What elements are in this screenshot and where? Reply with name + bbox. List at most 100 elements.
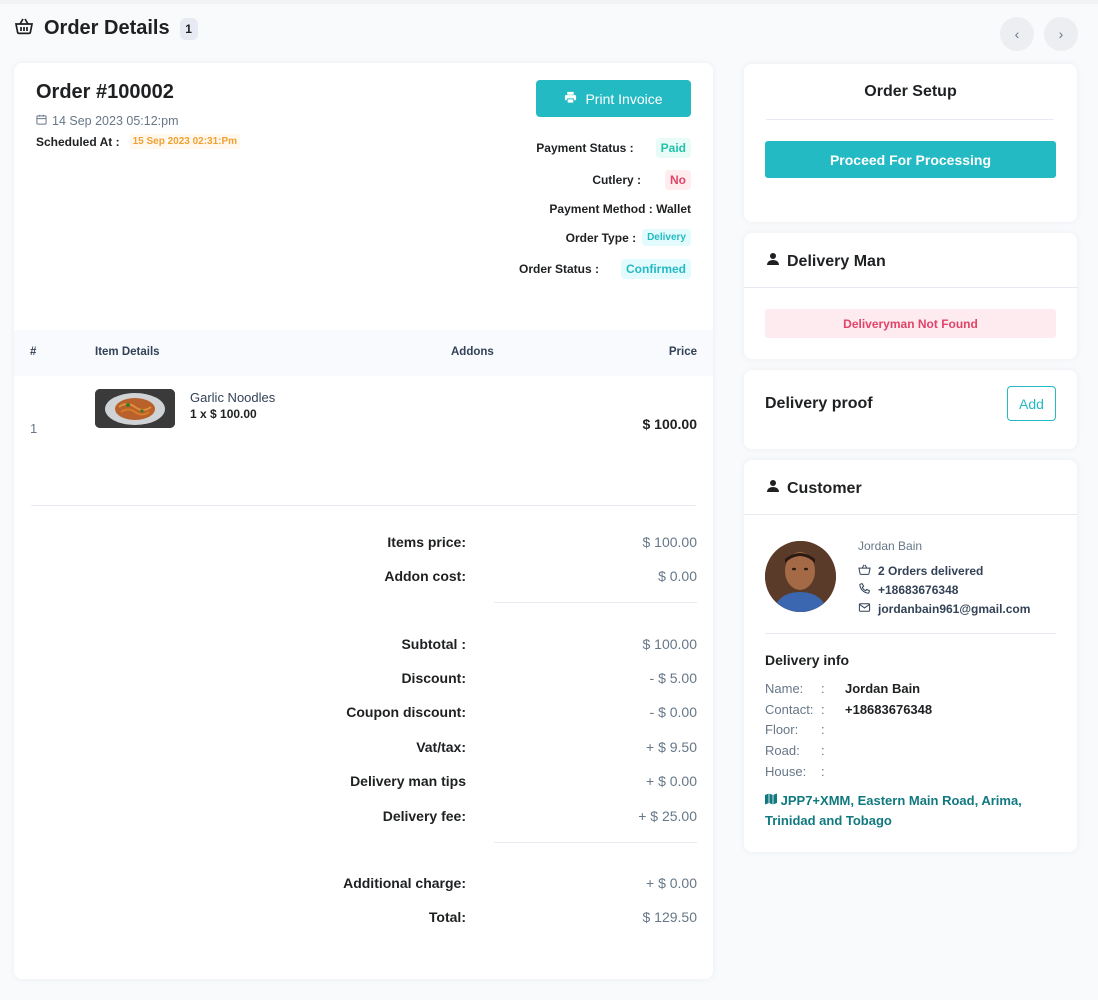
delivery-proof-title: Delivery proof [765, 395, 873, 412]
delivery-address-text: JPP7+XMM, Eastern Main Road, Arima, Trin… [765, 793, 1022, 828]
summary-total: Total: $ 129.50 [428, 909, 697, 925]
order-number: Order #100002 [36, 81, 174, 103]
basket-icon [858, 563, 871, 579]
avatar[interactable] [765, 541, 836, 612]
summary-subtotal: Subtotal : $ 100.00 [401, 636, 697, 652]
customer-card: Customer Jordan Bain 2 Orders delivered … [744, 460, 1077, 852]
summary-divider [494, 602, 697, 603]
column-price: Price [668, 346, 697, 358]
delivery-info-title: Delivery info [765, 652, 850, 668]
scheduled-label: Scheduled At : [36, 134, 120, 149]
cutlery-label: Cutlery : [592, 172, 641, 187]
payment-method-row: Payment Method : Wallet [431, 194, 691, 223]
order-setup-title: Order Setup [864, 83, 957, 100]
add-delivery-proof-button[interactable]: Add [1007, 386, 1056, 421]
mail-icon [858, 601, 871, 617]
payment-method-text: Payment Method : Wallet [549, 201, 691, 216]
order-type-label: Order Type : [565, 230, 637, 245]
order-type-row: Order Type : Delivery [431, 223, 691, 252]
top-border [0, 0, 1098, 4]
chevron-left-icon: ‹ [1014, 26, 1020, 42]
map-icon [765, 793, 781, 808]
delivery-man-divider [744, 287, 1077, 288]
customer-orders: 2 Orders delivered [858, 561, 1030, 580]
item-image [95, 389, 175, 428]
customer-contact-list: 2 Orders delivered +18683676348 jordanba… [858, 561, 1030, 618]
deliveryman-not-found-alert: Deliveryman Not Found [765, 309, 1056, 338]
payment-status-row: Payment Status : Paid [431, 133, 691, 162]
scheduled-value: 15 Sep 2023 02:31:Pm [129, 134, 241, 149]
summary-vat-tax: Vat/tax: + $ 9.50 [416, 739, 697, 755]
delivery-info-road: Road: : [765, 743, 825, 759]
delivery-info-contact: Contact: : +18683676348 [765, 701, 933, 717]
delivery-info-name: Name: : Jordan Bain [765, 680, 921, 696]
basket-icon [14, 16, 34, 41]
customer-header: Customer [766, 479, 862, 498]
order-header: Order #100002 14 Sep 2023 05:12:pm Sched… [36, 81, 241, 149]
summary-delivery-fee: Delivery fee: + $ 25.00 [382, 808, 697, 824]
delivery-address-link[interactable]: JPP7+XMM, Eastern Main Road, Arima, Trin… [765, 791, 1045, 831]
summary-divider [494, 842, 697, 843]
next-order-button[interactable]: › [1044, 17, 1078, 51]
customer-email-text: jordanbain961@gmail.com [878, 601, 1031, 616]
order-card: Order #100002 14 Sep 2023 05:12:pm Sched… [14, 63, 713, 979]
order-setup-card: Order Setup Proceed For Processing [744, 64, 1077, 222]
summary-discount: Discount: - $ 5.00 [401, 670, 697, 686]
summary-delivery-man-tips: Delivery man tips + $ 0.00 [350, 773, 697, 789]
column-addons: Addons [451, 346, 494, 358]
customer-email: jordanbain961@gmail.com [858, 599, 1030, 618]
print-invoice-label: Print Invoice [585, 90, 663, 107]
order-status-row: Order Status : Confirmed [431, 254, 691, 283]
scheduled-at: Scheduled At : 15 Sep 2023 02:31:Pm [36, 134, 241, 149]
summary-coupon-discount: Coupon discount: - $ 0.00 [346, 704, 697, 720]
item-price: $ 100.00 [642, 416, 698, 432]
item-name: Garlic Noodles [190, 390, 276, 405]
customer-name: Jordan Bain [858, 539, 923, 553]
print-invoice-button[interactable]: Print Invoice [536, 80, 691, 117]
order-status-badge: Confirmed [621, 258, 691, 279]
order-count-badge: 1 [179, 17, 198, 40]
chevron-right-icon: › [1058, 26, 1064, 42]
summary-addon-cost: Addon cost: $ 0.00 [384, 568, 697, 584]
items-table-header: # Item Details Addons Price [14, 330, 713, 376]
previous-order-button[interactable]: ‹ [1000, 17, 1034, 51]
order-navigation: ‹ › [1000, 17, 1078, 51]
printer-icon [564, 91, 577, 107]
delivery-man-title: Delivery Man [787, 252, 886, 270]
customer-title: Customer [787, 479, 862, 497]
cutlery-badge: No [665, 169, 691, 190]
column-index: # [30, 346, 37, 358]
order-status-list: Payment Status : Paid Cutlery : No Payme… [431, 133, 691, 283]
page-header: Order Details 1 [14, 16, 198, 41]
orders-delivered-text: 2 Orders delivered [878, 563, 984, 578]
payment-status-badge: Paid [655, 137, 691, 158]
delivery-man-card: Delivery Man Deliveryman Not Found [744, 233, 1077, 359]
user-icon [766, 252, 780, 271]
customer-phone-text: +18683676348 [878, 582, 959, 597]
delivery-info-floor: Floor: : [765, 722, 825, 738]
delivery-info-house: House: : [765, 764, 825, 780]
setup-divider [766, 119, 1054, 120]
delivery-proof-card: Delivery proof Add [744, 370, 1077, 449]
column-item-details: Item Details [95, 346, 160, 358]
delivery-info-rows: Name: : Jordan Bain Contact: : +18683676… [765, 678, 932, 782]
customer-phone: +18683676348 [858, 580, 1030, 599]
payment-status-label: Payment Status : [536, 140, 634, 155]
page-title: Order Details [44, 17, 170, 39]
summary-items-price: Items price: $ 100.00 [387, 534, 697, 550]
user-icon [766, 479, 780, 498]
item-index: 1 [30, 421, 38, 436]
phone-icon [858, 582, 871, 598]
delivery-man-header: Delivery Man [766, 252, 886, 271]
table-row: 1 Garlic Noodles 1 x $ 100.00 $ 100.00 [14, 376, 713, 486]
calendar-icon [36, 114, 47, 128]
order-date-text: 14 Sep 2023 05:12:pm [52, 114, 179, 128]
order-type-badge: Delivery [642, 229, 691, 246]
order-date: 14 Sep 2023 05:12:pm [36, 114, 240, 128]
cutlery-row: Cutlery : No [431, 165, 691, 194]
item-quantity: 1 x $ 100.00 [190, 407, 257, 421]
proceed-for-processing-button[interactable]: Proceed For Processing [765, 141, 1056, 178]
summary-additional-charge: Additional charge: + $ 0.00 [343, 875, 697, 891]
customer-info-divider [765, 633, 1056, 634]
items-divider [31, 505, 696, 506]
